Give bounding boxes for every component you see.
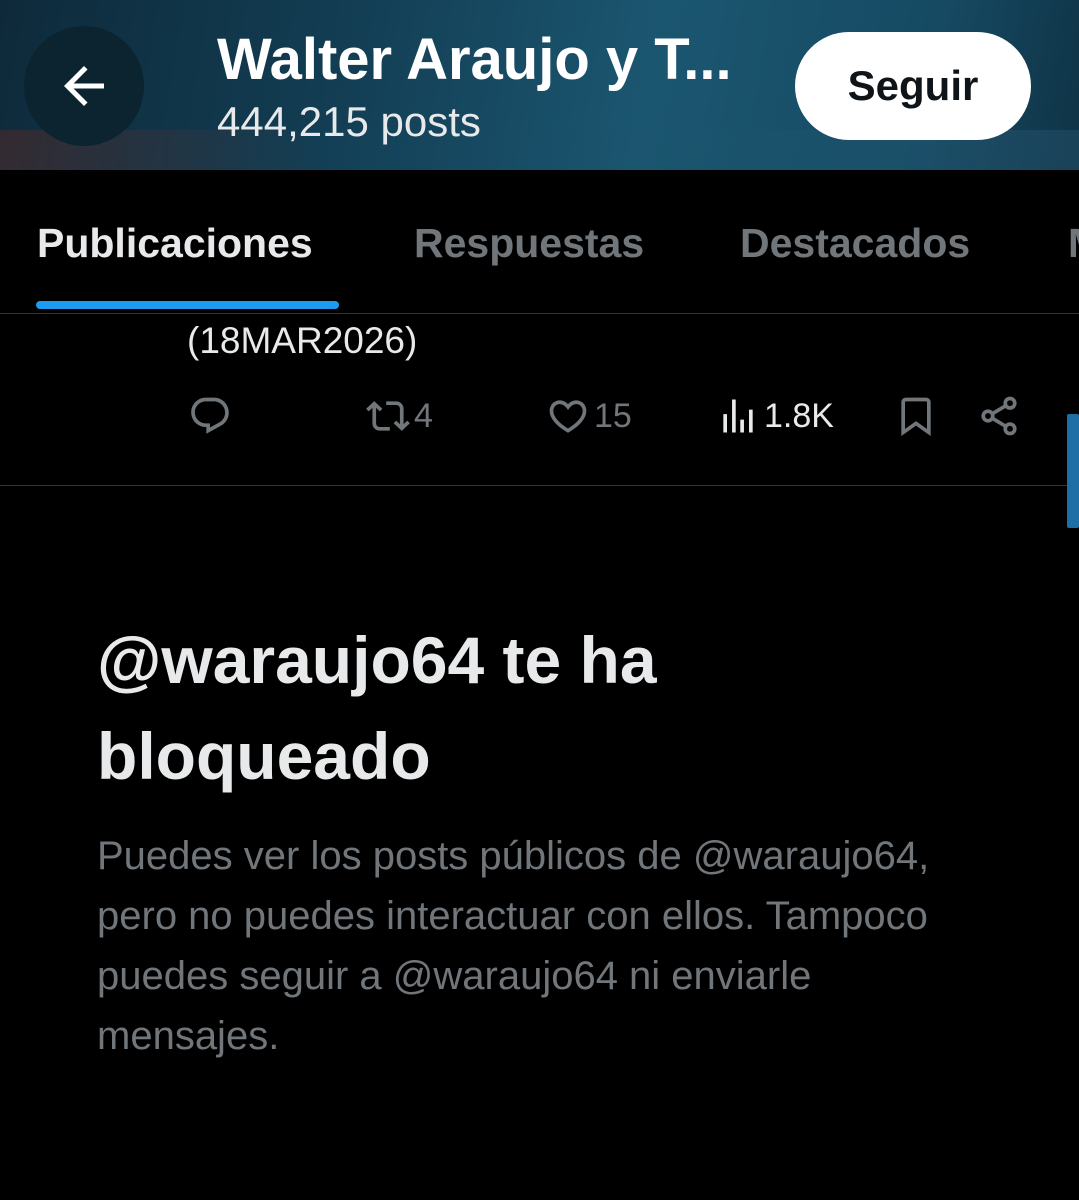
back-button[interactable] [24,26,144,146]
tab-destacados[interactable]: Destacados [740,220,970,267]
bookmark-icon [901,397,931,437]
reply-icon [191,397,229,434]
active-tab-indicator [36,301,339,309]
views-count: 1.8K [764,396,834,435]
profile-name: Walter Araujo y T... [217,27,732,92]
tweet[interactable]: (18MAR2026) 4 15 1.8K [0,314,1079,486]
tab-publicaciones[interactable]: Publicaciones [37,220,313,267]
repost-button[interactable]: 4 [366,394,433,438]
views-button[interactable]: 1.8K [716,394,834,438]
follow-button[interactable]: Seguir [795,32,1031,140]
blocked-title: @waraujo64 te ha bloqueado [97,623,657,793]
views-icon [723,399,753,433]
post-count: 444,215 posts [217,98,481,145]
profile-header: Walter Araujo y T... 444,215 posts Segui… [0,0,1079,170]
profile-title-block: Walter Araujo y T... 444,215 posts [217,26,747,148]
repost-icon [366,401,410,431]
heart-icon [549,400,587,433]
tab-overflow[interactable]: M [1068,220,1079,267]
tweet-actions: 4 15 1.8K [0,394,1079,444]
arrow-left-icon [64,66,104,106]
blocked-description: Puedes ver los posts públicos de @warauj… [97,834,930,1058]
tab-respuestas[interactable]: Respuestas [414,220,644,267]
share-icon [981,396,1017,436]
like-count: 15 [594,396,632,435]
like-button[interactable]: 15 [546,394,632,438]
scrollbar[interactable] [1067,414,1079,528]
reply-button[interactable] [188,394,232,438]
repost-count: 4 [414,396,433,435]
tweet-text: (18MAR2026) [187,320,418,361]
bookmark-button[interactable] [894,394,938,438]
share-button[interactable] [977,394,1021,438]
profile-tabs: Publicaciones Respuestas Destacados M [0,170,1079,314]
